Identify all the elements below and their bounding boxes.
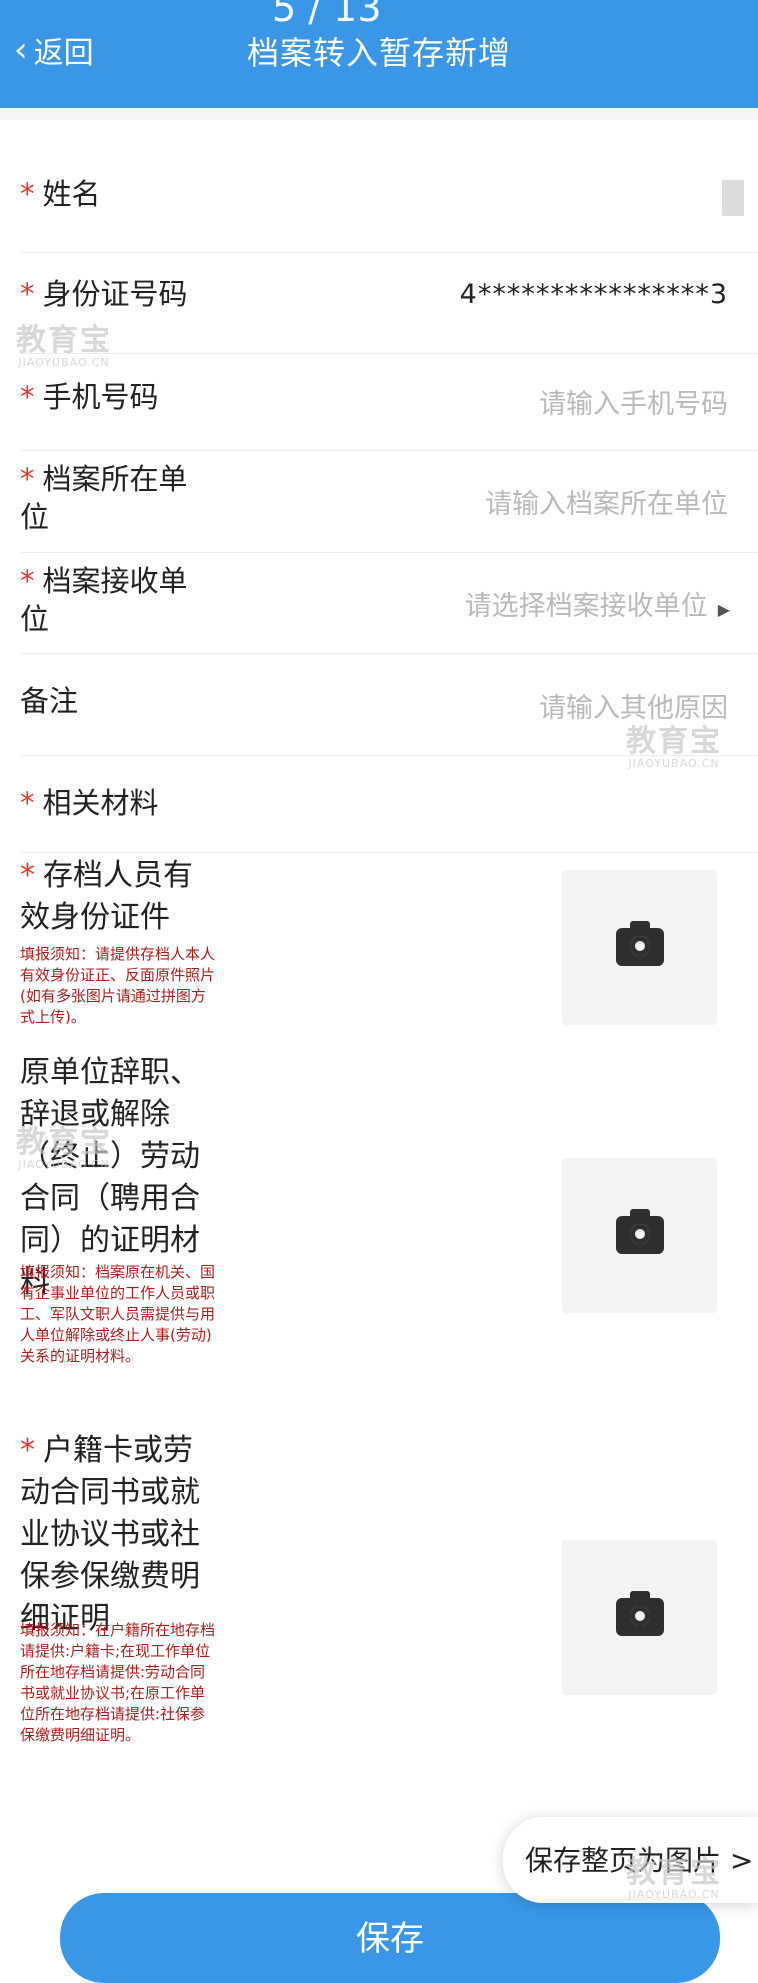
watermark-brand: 教育宝 [626, 1855, 722, 1890]
watermark: 教育宝 JIAOYUBAO.CN [16, 1125, 112, 1172]
archive-unit-row[interactable]: * 档案所在单位 请输入档案所在单位 [0, 460, 758, 550]
required-mark: * [20, 564, 35, 598]
name-row[interactable]: * 姓名 [0, 175, 758, 235]
camera-icon [616, 1209, 664, 1254]
page-title: 档案转入暂存新增 [246, 34, 511, 72]
watermark-brand: 教育宝 [16, 323, 112, 358]
watermark-domain: JIAOYUBAO.CN [18, 356, 110, 369]
required-mark: * [20, 380, 35, 414]
phone-label: * 手机号码 [20, 378, 159, 416]
phone-input[interactable]: 请输入手机号码 [539, 382, 728, 421]
divider [20, 852, 758, 853]
id-number-label-text: 身份证号码 [42, 277, 188, 311]
materials-title-text: 相关材料 [42, 786, 159, 820]
name-label-text: 姓名 [42, 177, 101, 211]
remark-label: 备注 [20, 684, 79, 718]
material-1-note: 填报须知：请提供存档人本人有效身份证正、反面原件照片(如有多张图片请通过拼图方式… [20, 945, 216, 1026]
receive-unit-label-line2: 位 [20, 602, 50, 636]
id-number-row[interactable]: * 身份证号码 4****************3 [0, 275, 758, 335]
receive-unit-label: * 档案接收单位 [20, 562, 188, 638]
receive-unit-label-line1: 档案接收单 [42, 564, 188, 598]
material-3-line: 户籍卡或劳 [43, 1433, 193, 1468]
watermark-domain: JIAOYUBAO.CN [628, 1888, 720, 1901]
material-2-upload[interactable] [562, 1158, 717, 1313]
material-3-label: * 户籍卡或劳 动合同书或就 业协议书或社 保参保缴费明 细证明 [20, 1430, 235, 1640]
required-mark: * [20, 177, 35, 211]
submit-label: 保存 [356, 1919, 424, 1959]
material-2-line: 合同（聘用合 [20, 1181, 200, 1216]
material-3-note: 填报须知：在户籍所在地存档请提供:户籍卡;在现工作单位所在地存档请提供:劳动合同… [20, 1621, 216, 1744]
id-number-value: 4****************3 [459, 279, 728, 310]
material-2-line: 原单位辞职、 [20, 1055, 200, 1090]
required-mark: * [20, 1433, 35, 1468]
phone-row[interactable]: * 手机号码 请输入手机号码 [0, 378, 758, 438]
watermark: 教育宝 JIAOYUBAO.CN [16, 323, 112, 370]
materials-title: * 相关材料 [20, 784, 159, 822]
material-2-line: 同）的证明材 [20, 1223, 200, 1258]
materials-section: * 相关材料 [0, 784, 758, 834]
page-counter: 5 / 13 [272, 0, 382, 30]
divider [20, 252, 758, 253]
submit-button[interactable]: 保存 [60, 1893, 720, 1983]
material-3-line: 业协议书或社 [20, 1517, 200, 1552]
receive-unit-placeholder: 请选择档案接收单位 [464, 591, 708, 622]
material-1-line: 效身份证件 [20, 900, 170, 935]
material-3-line: 动合同书或就 [20, 1475, 200, 1510]
archive-unit-label: * 档案所在单位 [20, 460, 188, 536]
watermark-domain: JIAOYUBAO.CN [628, 757, 720, 770]
receive-unit-select[interactable]: 请选择档案接收单位 ▶ [465, 584, 730, 623]
archive-unit-label-line1: 档案所在单 [42, 462, 188, 496]
id-number-label: * 身份证号码 [20, 275, 188, 313]
archive-unit-input[interactable]: 请输入档案所在单位 [485, 482, 728, 521]
material-2-note: 填报须知：档案原在机关、国有企事业单位的工作人员或职工、军队文职人员需提供与用人… [20, 1263, 216, 1365]
archive-unit-label-line2: 位 [20, 500, 50, 534]
divider [20, 653, 758, 654]
watermark-brand: 教育宝 [16, 1125, 112, 1160]
camera-icon [616, 921, 664, 966]
remark-input[interactable]: 请输入其他原因 [539, 686, 728, 725]
material-3-line: 保参保缴费明 [20, 1559, 200, 1594]
phone-label-text: 手机号码 [42, 380, 159, 414]
nav-header: 5 / 13 ‹ 返回 档案转入暂存新增 [0, 0, 758, 108]
required-mark: * [20, 786, 35, 820]
divider [20, 552, 758, 553]
watermark: 教育宝 JIAOYUBAO.CN [626, 724, 722, 771]
divider [20, 450, 758, 451]
divider [20, 353, 758, 354]
name-value-blurred [722, 180, 744, 216]
material-1-label: * 存档人员有 效身份证件 [20, 855, 235, 939]
camera-icon [616, 1591, 664, 1636]
caret-right-icon: ▶ [717, 600, 730, 619]
receive-unit-row[interactable]: * 档案接收单位 请选择档案接收单位 ▶ [0, 562, 758, 652]
watermark-domain: JIAOYUBAO.CN [18, 1158, 110, 1171]
material-3-upload[interactable] [562, 1540, 717, 1695]
material-1-line: 存档人员有 [43, 858, 193, 893]
material-1-upload[interactable] [562, 870, 717, 1025]
required-mark: * [20, 277, 35, 311]
required-mark: * [20, 462, 35, 496]
required-mark: * [20, 858, 35, 893]
watermark-brand: 教育宝 [626, 724, 722, 759]
watermark: 教育宝 JIAOYUBAO.CN [626, 1855, 722, 1902]
name-label: * 姓名 [20, 175, 101, 213]
